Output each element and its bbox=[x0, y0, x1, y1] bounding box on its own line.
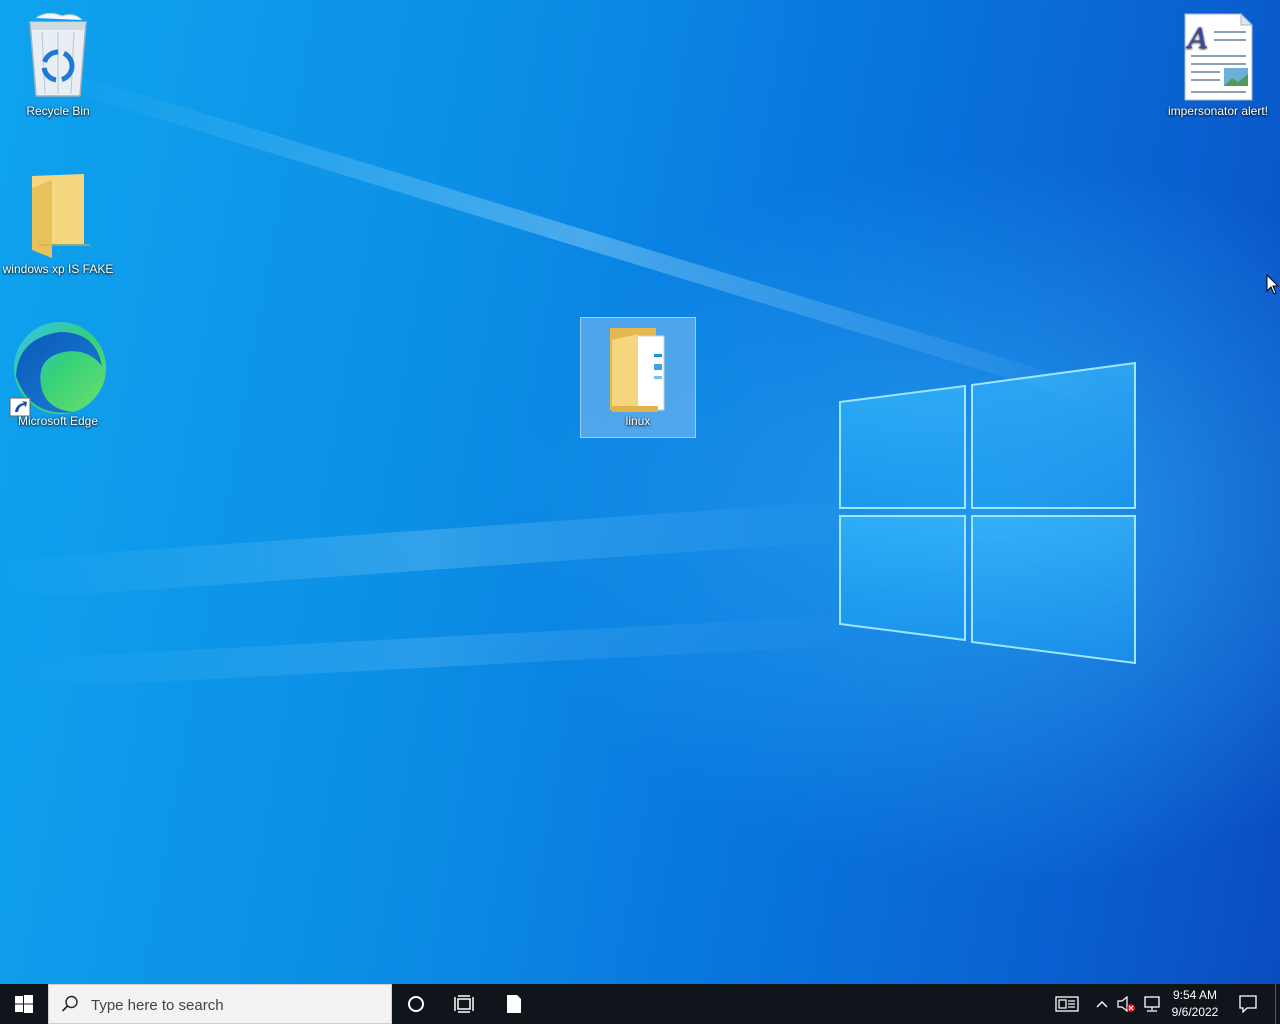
svg-text:A: A bbox=[1185, 22, 1208, 55]
recycle-bin-icon bbox=[8, 8, 108, 104]
start-button[interactable] bbox=[0, 984, 48, 1024]
windows-start-icon bbox=[15, 995, 33, 1013]
recycle-bin-label: Recycle Bin bbox=[26, 104, 90, 118]
show-desktop-button[interactable] bbox=[1275, 984, 1280, 1024]
edge-icon bbox=[8, 318, 108, 417]
cortana-icon bbox=[408, 996, 424, 1012]
clock-date: 9/6/2022 bbox=[1171, 1005, 1219, 1019]
cortana-button[interactable] bbox=[392, 984, 440, 1024]
wordpad-document-icon: A bbox=[1168, 8, 1268, 104]
search-input[interactable] bbox=[89, 993, 383, 1017]
clock-time: 9:54 AM bbox=[1172, 988, 1218, 1002]
action-center-button[interactable] bbox=[1230, 984, 1266, 1024]
folder-desktop-icon[interactable]: windows xp IS FAKE bbox=[1, 166, 115, 276]
recycle-bin-desktop-icon[interactable]: Recycle Bin bbox=[1, 8, 115, 118]
task-view-button[interactable] bbox=[440, 984, 488, 1024]
desktop[interactable]: Recycle Bin windows xp IS FAKE Microsoft… bbox=[0, 0, 1280, 984]
microsoft-edge-desktop-icon[interactable]: Microsoft Edge bbox=[1, 318, 115, 428]
wallpaper-beam bbox=[0, 500, 860, 600]
volume-muted-icon bbox=[1117, 996, 1135, 1012]
task-view-icon bbox=[454, 995, 474, 1013]
taskbar-search-box[interactable] bbox=[48, 984, 392, 1024]
file-taskbar-button[interactable] bbox=[490, 984, 538, 1024]
folder-icon bbox=[8, 166, 108, 262]
linux-folder-desktop-icon[interactable]: linux bbox=[580, 317, 696, 438]
taskbar-clock[interactable]: 9:54 AM 9/6/2022 bbox=[1166, 987, 1224, 1021]
show-hidden-icons-button[interactable] bbox=[1092, 984, 1112, 1024]
folder-label: windows xp IS FAKE bbox=[2, 262, 114, 276]
mouse-cursor-icon bbox=[1266, 274, 1280, 295]
windows-logo-wallpaper bbox=[839, 361, 1136, 665]
folder-with-files-icon bbox=[588, 318, 688, 414]
network-icon bbox=[1144, 996, 1160, 1012]
news-icon bbox=[1055, 996, 1079, 1012]
news-button[interactable] bbox=[1052, 984, 1082, 1024]
chevron-up-icon bbox=[1096, 1001, 1108, 1008]
search-icon bbox=[61, 995, 78, 1012]
volume-button[interactable] bbox=[1114, 984, 1138, 1024]
file-icon bbox=[507, 995, 521, 1013]
taskbar: 9:54 AM 9/6/2022 bbox=[0, 984, 1280, 1024]
wallpaper-beam bbox=[0, 615, 860, 690]
network-button[interactable] bbox=[1140, 984, 1164, 1024]
document-desktop-icon[interactable]: A impersonator alert! bbox=[1161, 8, 1275, 118]
notification-icon bbox=[1239, 995, 1257, 1013]
document-label: impersonator alert! bbox=[1167, 104, 1269, 118]
